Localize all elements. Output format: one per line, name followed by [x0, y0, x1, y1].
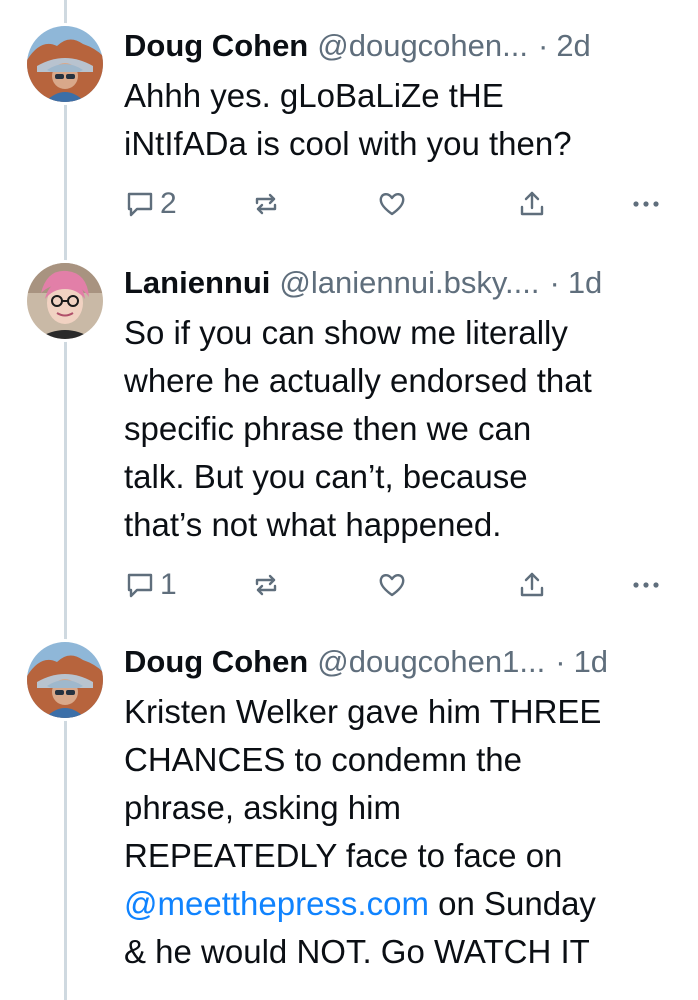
post-text: So if you can show me literally where he…	[124, 314, 592, 543]
repost-icon	[250, 569, 282, 601]
separator-dot: ·	[537, 28, 549, 63]
avatar-doug[interactable]	[27, 642, 103, 718]
share-icon	[516, 569, 548, 601]
share-icon	[516, 188, 548, 220]
like-button[interactable]	[376, 184, 408, 224]
post-text-before-mention: Kristen Welker gave him THREE CHANCES to…	[124, 693, 602, 874]
reply-count: 1	[160, 568, 177, 601]
reply-button[interactable]: 2	[124, 184, 177, 224]
avatar-laniennui[interactable]	[27, 263, 103, 339]
author-handle[interactable]: @laniennui.bsky....	[279, 263, 539, 303]
reply-icon	[124, 569, 156, 601]
post-actions: 1	[124, 565, 670, 605]
doug-avatar-image	[27, 642, 103, 718]
share-button[interactable]	[516, 565, 548, 605]
mention-link[interactable]: @meetthepress.com	[124, 885, 429, 922]
post-time[interactable]: 2d	[556, 26, 590, 66]
author-name[interactable]: Doug Cohen	[124, 26, 308, 66]
author-handle[interactable]: @dougcohen1...	[317, 642, 545, 682]
doug-avatar-image	[27, 26, 103, 102]
reply-button[interactable]: 1	[124, 565, 177, 605]
more-options-button[interactable]	[630, 565, 662, 605]
reply-count: 2	[160, 187, 177, 220]
post-header: Doug Cohen @dougcohen... · 2d	[124, 26, 670, 66]
share-button[interactable]	[516, 184, 548, 224]
post-text: Ahhh yes. gLoBaLiZe tHE iNtIfADa is cool…	[124, 77, 572, 162]
post-actions: 2	[124, 184, 670, 224]
post-time[interactable]: 1d	[574, 642, 608, 682]
like-icon	[376, 188, 408, 220]
separator-dot: ·	[549, 265, 560, 300]
like-button[interactable]	[376, 565, 408, 605]
repost-icon	[250, 188, 282, 220]
avatar-doug[interactable]	[27, 26, 103, 102]
more-icon	[630, 188, 662, 220]
repost-button[interactable]	[250, 565, 282, 605]
author-name[interactable]: Doug Cohen	[124, 642, 308, 682]
like-icon	[376, 569, 408, 601]
laniennui-avatar-image	[27, 263, 103, 339]
author-name[interactable]: Laniennui	[124, 263, 270, 303]
separator-dot: ·	[555, 644, 566, 679]
repost-button[interactable]	[250, 184, 282, 224]
more-icon	[630, 569, 662, 601]
author-handle[interactable]: @dougcohen...	[317, 26, 528, 66]
reply-icon	[124, 188, 156, 220]
more-options-button[interactable]	[630, 184, 662, 224]
post-time[interactable]: 1d	[568, 263, 602, 303]
thread-line	[64, 0, 67, 1000]
post-text: Kristen Welker gave him THREE CHANCES to…	[124, 688, 670, 976]
post-header: Doug Cohen @dougcohen1... · 1d	[124, 642, 670, 682]
post-header: Laniennui @laniennui.bsky.... · 1d	[124, 263, 670, 303]
